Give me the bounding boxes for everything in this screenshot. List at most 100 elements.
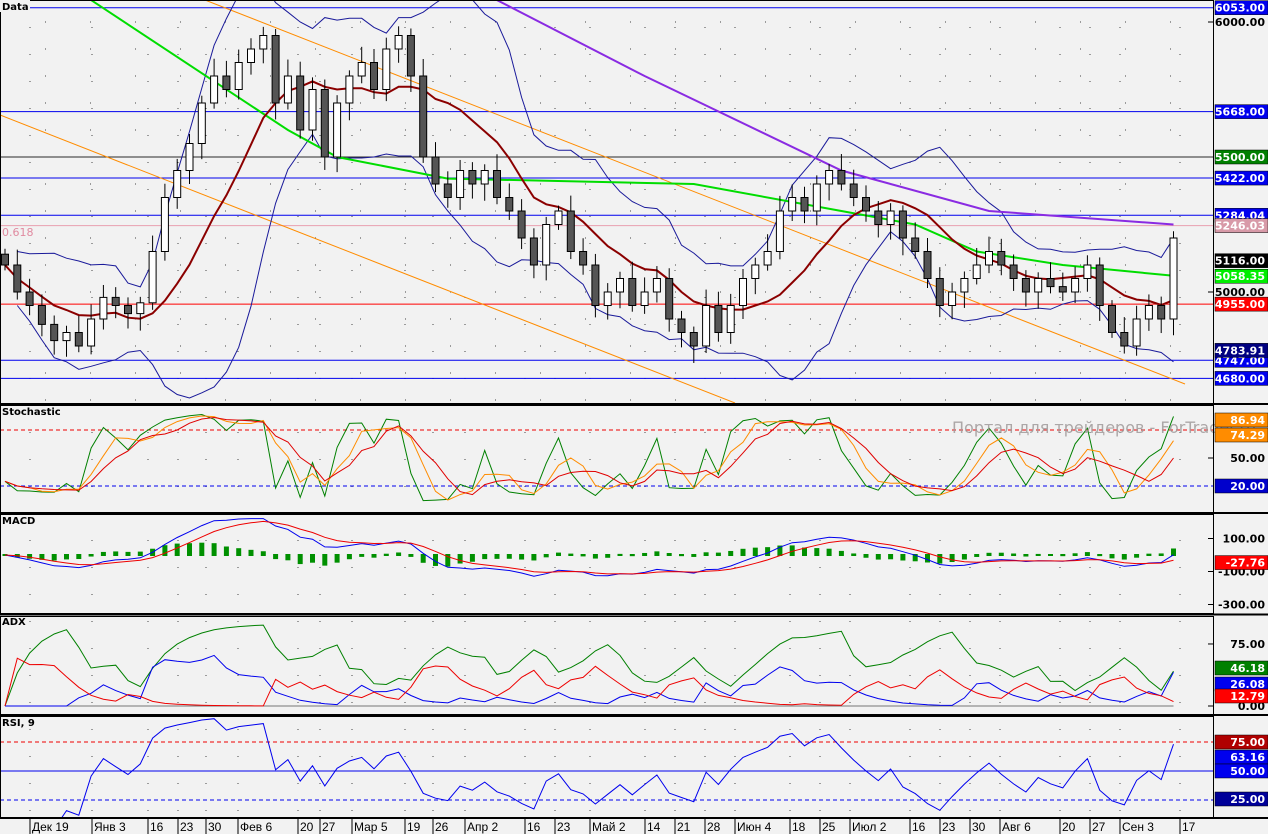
time-tick-label: 28	[707, 820, 721, 834]
macd-histogram-bar	[1072, 553, 1078, 556]
time-tick-label: 18	[792, 820, 806, 834]
candle-body	[591, 264, 600, 306]
time-tick-label: Сен 3	[1122, 820, 1154, 834]
candle-body	[1120, 332, 1129, 347]
candle-body	[13, 264, 22, 293]
price-badge-label: -27.76	[1226, 557, 1266, 570]
macd-histogram-bar	[937, 554, 943, 564]
macd-histogram-bar	[556, 552, 561, 556]
macd-histogram-bar	[1134, 554, 1140, 558]
macd-histogram-bar	[900, 554, 906, 561]
price-badge-label: 4680.00	[1215, 372, 1265, 385]
candle-body	[800, 197, 809, 212]
candle-body	[308, 89, 317, 131]
candle-body	[1046, 278, 1055, 288]
macd-histogram-bar	[531, 554, 537, 561]
macd-histogram-bar	[998, 552, 1004, 556]
macd-histogram-bar	[679, 554, 684, 557]
axis-tick-label: -300.00	[1218, 599, 1265, 612]
candle-body	[148, 251, 157, 304]
time-tick-label: 16	[527, 820, 541, 834]
chart-background	[0, 0, 1268, 834]
candle-body	[320, 89, 329, 158]
macd-histogram-bar	[666, 553, 672, 556]
candle-body	[628, 278, 637, 306]
time-tick-label: Май 2	[592, 820, 626, 834]
time-tick-label: Дек 19	[32, 820, 69, 834]
candle-body	[1083, 264, 1092, 279]
candle-body	[529, 237, 538, 266]
macd-histogram-bar	[420, 554, 426, 563]
macd-histogram-bar	[273, 554, 279, 560]
candle-body	[751, 264, 760, 279]
macd-histogram-bar	[740, 548, 746, 556]
time-tick-label: 23	[180, 820, 194, 834]
macd-histogram-bar	[752, 547, 758, 556]
price-badge-label: 5500.00	[1215, 151, 1265, 164]
candle-body	[234, 62, 243, 90]
candle-body	[505, 197, 514, 212]
macd-histogram-bar	[888, 554, 894, 560]
candle-body	[394, 35, 403, 50]
time-tick-label: Июл 2	[852, 820, 887, 834]
macd-histogram-bar	[728, 550, 734, 556]
price-badge-label: 5246.03	[1215, 220, 1265, 233]
macd-histogram-bar	[506, 554, 512, 559]
price-badge-label: 50.00	[1230, 765, 1265, 778]
candle-body	[1, 253, 9, 266]
macd-histogram-bar	[592, 554, 598, 559]
price-badge-label: 63.16	[1230, 751, 1265, 764]
candle-body	[259, 35, 268, 50]
candle-body	[554, 210, 563, 225]
candle-body	[296, 75, 305, 131]
macd-histogram-bar	[617, 553, 623, 556]
candle-body	[788, 197, 797, 212]
candle-body	[948, 291, 957, 306]
macd-histogram-bar	[838, 550, 844, 556]
macd-histogram-bar	[1109, 554, 1115, 559]
macd-histogram-bar	[88, 554, 94, 557]
macd-histogram-bar	[27, 554, 33, 559]
candle-body	[972, 264, 981, 279]
time-tick-label: 16	[912, 820, 926, 834]
macd-histogram-bar	[260, 551, 266, 556]
macd-histogram-bar	[297, 554, 303, 565]
candle-body	[370, 62, 378, 90]
price-badge-label: 20.00	[1230, 480, 1265, 493]
candle-body	[99, 296, 108, 320]
candle-body	[456, 170, 465, 198]
candle-body	[62, 332, 71, 342]
candle-body	[25, 291, 34, 306]
price-badge-label: 4955.00	[1215, 298, 1265, 311]
trading-chart[interactable]: Портал для трейдеров - ForTrader.ru 6000…	[0, 0, 1268, 834]
price-badge-label: 74.29	[1230, 429, 1265, 442]
watermark: Портал для трейдеров - ForTrader.ru	[952, 418, 1256, 437]
macd-histogram-bar	[580, 554, 586, 557]
macd-histogram-bar	[199, 542, 205, 556]
candle-body	[1169, 237, 1178, 320]
candle-body	[345, 75, 354, 104]
time-tick-label: 20	[1062, 820, 1076, 834]
time-tick-label: 19	[407, 820, 421, 834]
candle-body	[87, 318, 96, 347]
candle-body	[247, 48, 255, 63]
time-tick-label: 25	[822, 820, 836, 834]
macd-histogram-bar	[925, 554, 930, 563]
macd-histogram-bar	[236, 548, 242, 556]
candle-body	[898, 210, 907, 239]
candle-body	[862, 197, 870, 212]
macd-histogram-bar	[949, 554, 955, 563]
macd-histogram-bar	[863, 554, 869, 558]
candle-body	[160, 197, 169, 252]
candle-body	[579, 251, 588, 266]
time-tick-label: Мар 5	[354, 820, 388, 834]
macd-histogram-bar	[875, 554, 881, 560]
candle-body	[566, 210, 575, 252]
macd-histogram-bar	[1097, 554, 1103, 557]
price-badge-label: 75.00	[1230, 736, 1265, 749]
axis-tick-label: 50.00	[1230, 452, 1265, 465]
macd-histogram-bar	[76, 554, 82, 560]
macd-histogram-bar	[371, 554, 377, 558]
candle-body	[283, 75, 292, 104]
price-badge-label: 25.00	[1230, 793, 1265, 806]
